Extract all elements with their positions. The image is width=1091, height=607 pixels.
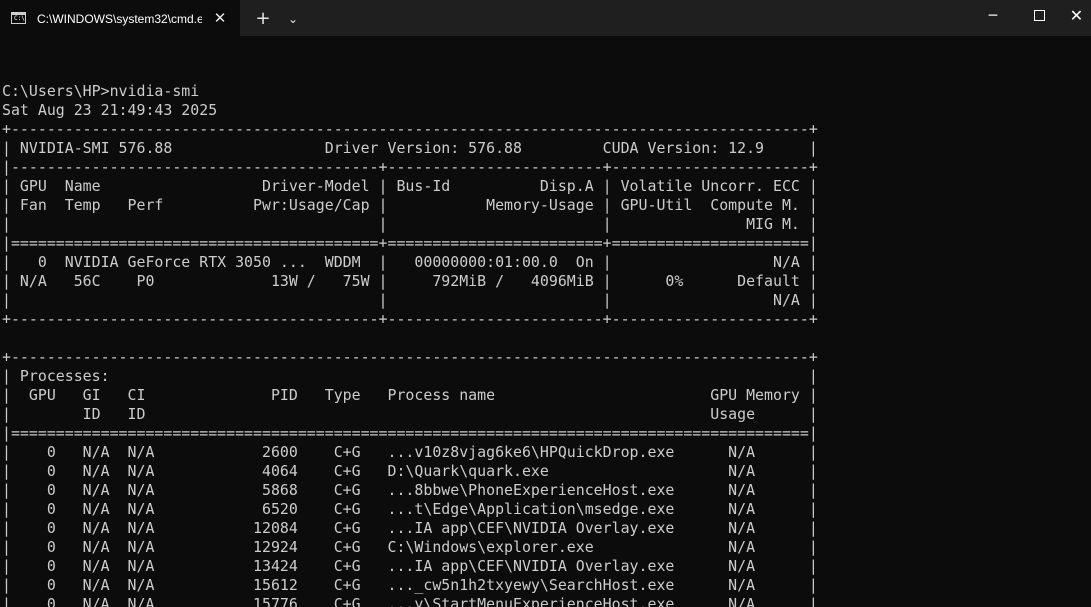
console-line: | N/A 56C P0 13W / 75W | 792MiB / 4096Mi… — [2, 272, 818, 290]
console-line: | 0 N/A N/A 12084 C+G ...IA app\CEF\NVID… — [2, 519, 818, 537]
new-tab-icon[interactable]: + — [252, 8, 274, 30]
console-line: | NVIDIA-SMI 576.88 Driver Version: 576.… — [2, 139, 818, 157]
console-line: | Processes: | — [2, 367, 818, 385]
tab-cmd[interactable]: C:\ C:\WINDOWS\system32\cmd.e ✕ — [0, 0, 240, 36]
console-line: +---------------------------------------… — [2, 348, 818, 366]
terminal-window: C:\ C:\WINDOWS\system32\cmd.e ✕ + ⌄ ─ ✕ … — [0, 0, 1091, 607]
console-line: +---------------------------------------… — [2, 310, 818, 328]
close-window-icon[interactable]: ✕ — [1062, 0, 1091, 32]
console-line: | 0 NVIDIA GeForce RTX 3050 ... WDDM | 0… — [2, 253, 818, 271]
console-line: C:\Users\HP>nvidia-smi — [2, 82, 200, 100]
console-line: | 0 N/A N/A 4064 C+G D:\Quark\quark.exe … — [2, 462, 818, 480]
chevron-down-icon[interactable]: ⌄ — [283, 8, 303, 30]
console-line: | 0 N/A N/A 13424 C+G ...IA app\CEF\NVID… — [2, 557, 818, 575]
maximize-box — [1033, 10, 1045, 21]
tab-title: C:\WINDOWS\system32\cmd.e — [37, 12, 202, 26]
console-line: Sat Aug 23 21:49:43 2025 — [2, 101, 218, 119]
console-line: | 0 N/A N/A 5868 C+G ...8bbwe\PhoneExper… — [2, 481, 818, 499]
console-line: | Fan Temp Perf Pwr:Usage/Cap | Memory-U… — [2, 196, 818, 214]
console-line: | GPU GI CI PID Type Process name GPU Me… — [2, 386, 818, 404]
console-line: | 0 N/A N/A 2600 C+G ...v10z8vjag6ke6\HP… — [2, 443, 818, 461]
title-bar[interactable]: C:\ C:\WINDOWS\system32\cmd.e ✕ + ⌄ ─ ✕ — [0, 0, 1091, 36]
console-line: | | | N/A | — [2, 291, 818, 309]
console-line: | | | MIG M. | — [2, 215, 818, 233]
console-line: | ID ID Usage | — [2, 405, 818, 423]
minimize-icon[interactable]: ─ — [970, 0, 1016, 32]
console-line: |=======================================… — [2, 424, 818, 442]
console-line: | 0 N/A N/A 15612 C+G ..._cw5n1h2txyewy\… — [2, 576, 818, 594]
console-line: | 0 N/A N/A 15776 C+G ...y\StartMenuExpe… — [2, 595, 818, 607]
console-line: |---------------------------------------… — [2, 158, 818, 176]
console-output[interactable]: C:\Users\HP>nvidia-smi Sat Aug 23 21:49:4… — [2, 63, 1087, 607]
cmd-icon-glyph: C:\ — [14, 15, 25, 22]
close-tab-icon[interactable]: ✕ — [211, 9, 229, 27]
console-line: +---------------------------------------… — [2, 120, 818, 138]
console-line: | 0 N/A N/A 6520 C+G ...t\Edge\Applicati… — [2, 500, 818, 518]
console-line: |=======================================… — [2, 234, 818, 252]
console-line: | GPU Name Driver-Model | Bus-Id Disp.A … — [2, 177, 818, 195]
cmd-icon: C:\ — [11, 12, 26, 24]
console-line: | 0 N/A N/A 12924 C+G C:\Windows\explore… — [2, 538, 818, 556]
maximize-icon[interactable] — [1016, 0, 1062, 32]
